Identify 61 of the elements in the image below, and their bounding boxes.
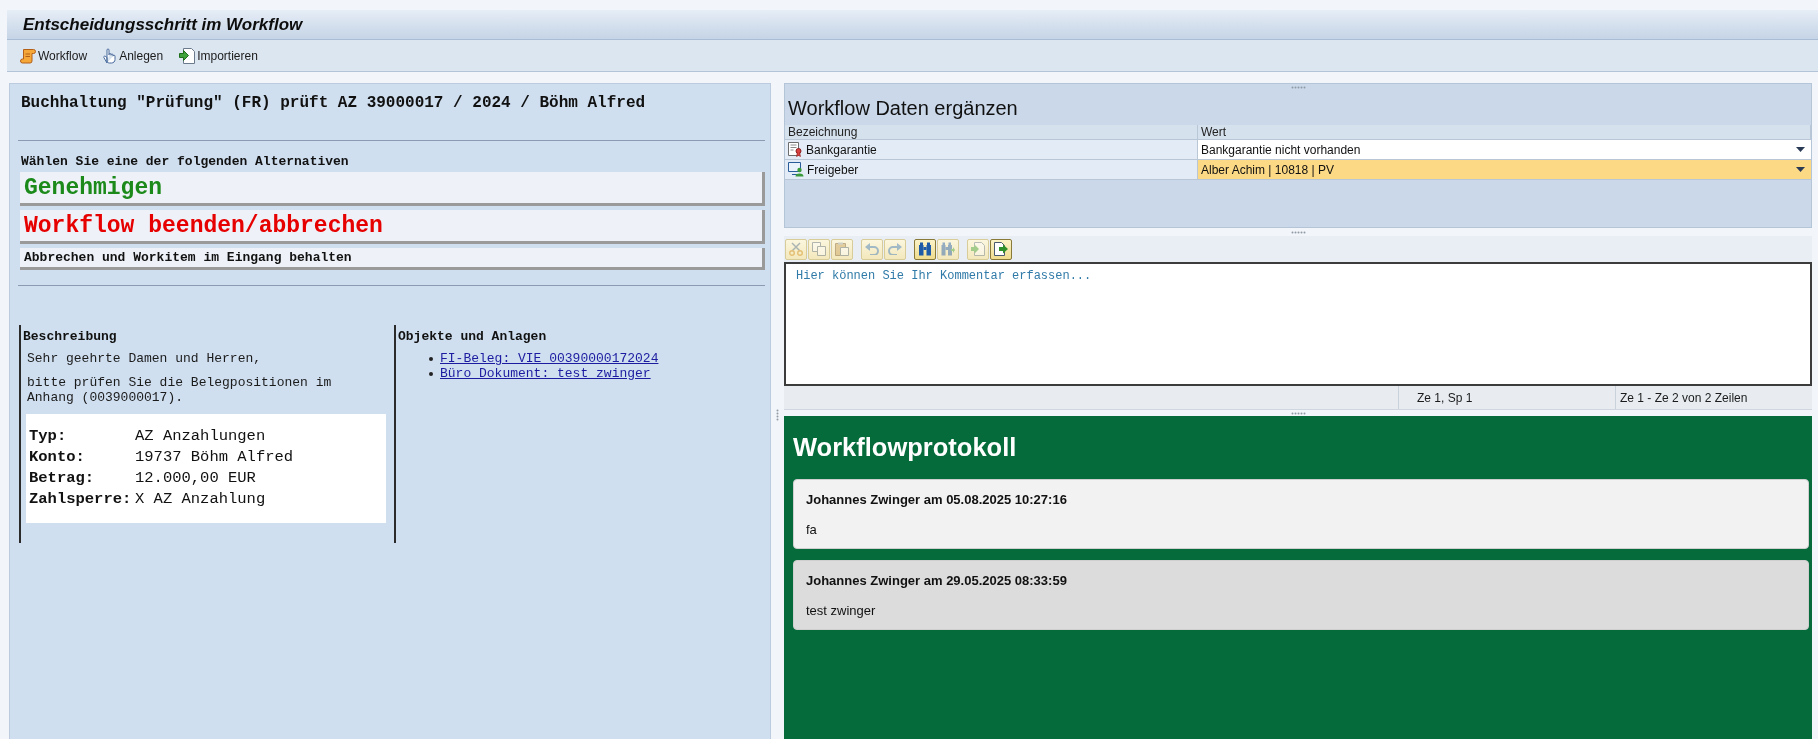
- description-text: Sehr geehrte Damen und Herren,: [26, 351, 263, 366]
- scroll-icon: [20, 47, 36, 64]
- status-text: Ze 1 - Ze 2 von 2 Zeilen: [1620, 390, 1748, 405]
- column-header: Bezeichnung: [785, 125, 1198, 140]
- comment-field[interactable]: Hier können Sie Ihr Kommentar erfassen...: [784, 262, 1812, 386]
- alternative-button[interactable]: Workflow beenden/abbrechen: [20, 210, 765, 244]
- section-heading: Beschreibung: [22, 329, 118, 345]
- detail-value: 12.000,00 EUR: [135, 470, 257, 486]
- dropdown-caret-icon: [1796, 167, 1805, 172]
- redo-icon: [888, 243, 902, 255]
- log-entry-text: fa: [806, 521, 818, 538]
- field-label: Freigeber: [807, 162, 859, 177]
- splitter-grip-icon[interactable]: [776, 409, 779, 422]
- detail-value: 19737 Böhm Alfred: [135, 449, 295, 465]
- bullet-icon: [429, 371, 433, 376]
- status-text: Ze 1, Sp 1: [1417, 390, 1473, 405]
- dropdown-field[interactable]: Alber Achim | 10818 | PV: [1198, 160, 1811, 180]
- detail-label: Typ:: [29, 428, 68, 444]
- toolbar-button[interactable]: Anlegen: [103, 47, 164, 64]
- dropdown-caret-icon: [1796, 147, 1805, 152]
- clipboard-icon: [835, 242, 849, 256]
- find-button[interactable]: [914, 238, 936, 260]
- hand-icon: [103, 47, 118, 64]
- export-button[interactable]: [990, 238, 1012, 260]
- log-entry-header: Johannes Zwinger am 29.05.2025 08:33:59: [806, 572, 1068, 589]
- attachment-link[interactable]: FI-Beleg: VIE 00390000172024: [440, 351, 659, 366]
- alternative-button[interactable]: Genehmigen: [20, 172, 765, 206]
- column-header: Wert: [1198, 125, 1811, 140]
- certificate-icon: [788, 142, 803, 157]
- form-title: Workflow Daten ergänzen: [788, 96, 1019, 120]
- splitter-grip-icon[interactable]: [1290, 86, 1306, 89]
- dropdown-field[interactable]: Bankgarantie nicht vorhanden: [1198, 140, 1811, 160]
- detail-label: Betrag:: [29, 470, 96, 486]
- alternative-button[interactable]: Abbrechen und Workitem im Eingang behalten: [20, 248, 765, 270]
- detail-label: Zahlsperre:: [29, 491, 133, 507]
- scissors-icon: [789, 242, 803, 256]
- splitter-grip-icon[interactable]: [1290, 230, 1306, 234]
- detail-label: Konto:: [29, 449, 86, 465]
- toolbar-button[interactable]: Workflow: [20, 47, 88, 64]
- binoculars-icon: [918, 242, 932, 256]
- undo-icon: [865, 243, 879, 255]
- prompt-text: Wählen Sie eine der folgenden Alternativen: [20, 154, 350, 170]
- log-title: Workflowprotokoll: [793, 432, 1018, 463]
- section-heading: Objekte und Anlagen: [397, 329, 548, 345]
- toolbar-button[interactable]: Importieren: [179, 47, 258, 64]
- document-arrow-icon: [179, 47, 196, 64]
- copy-icon: [812, 242, 826, 256]
- attachment-link[interactable]: Büro Dokument: test_zwinger: [440, 366, 651, 381]
- detail-value: AZ Anzahlungen: [135, 428, 267, 444]
- detail-value: X AZ Anzahlung: [135, 491, 267, 507]
- binoculars-arrow-icon: [941, 242, 955, 256]
- task-heading: Buchhaltung "Prüfung" (FR) prüft AZ 39000017 / 2024 / Böhm Alfred: [20, 93, 647, 113]
- log-entry-header: Johannes Zwinger am 05.08.2025 10:27:16: [806, 491, 1068, 508]
- log-entry-text: test zwinger: [806, 602, 877, 619]
- description-text: bitte prüfen Sie die Belegpositionen im Anhang (0039000017).: [26, 375, 333, 405]
- bullet-icon: [429, 356, 433, 361]
- field-label: Bankgarantie: [806, 142, 877, 157]
- splitter-grip-icon[interactable]: [1290, 411, 1306, 415]
- document-arrow-icon: [971, 242, 985, 256]
- window-title: Entscheidungsschritt im Workflow: [23, 14, 303, 35]
- document-arrow-icon: [994, 242, 1008, 256]
